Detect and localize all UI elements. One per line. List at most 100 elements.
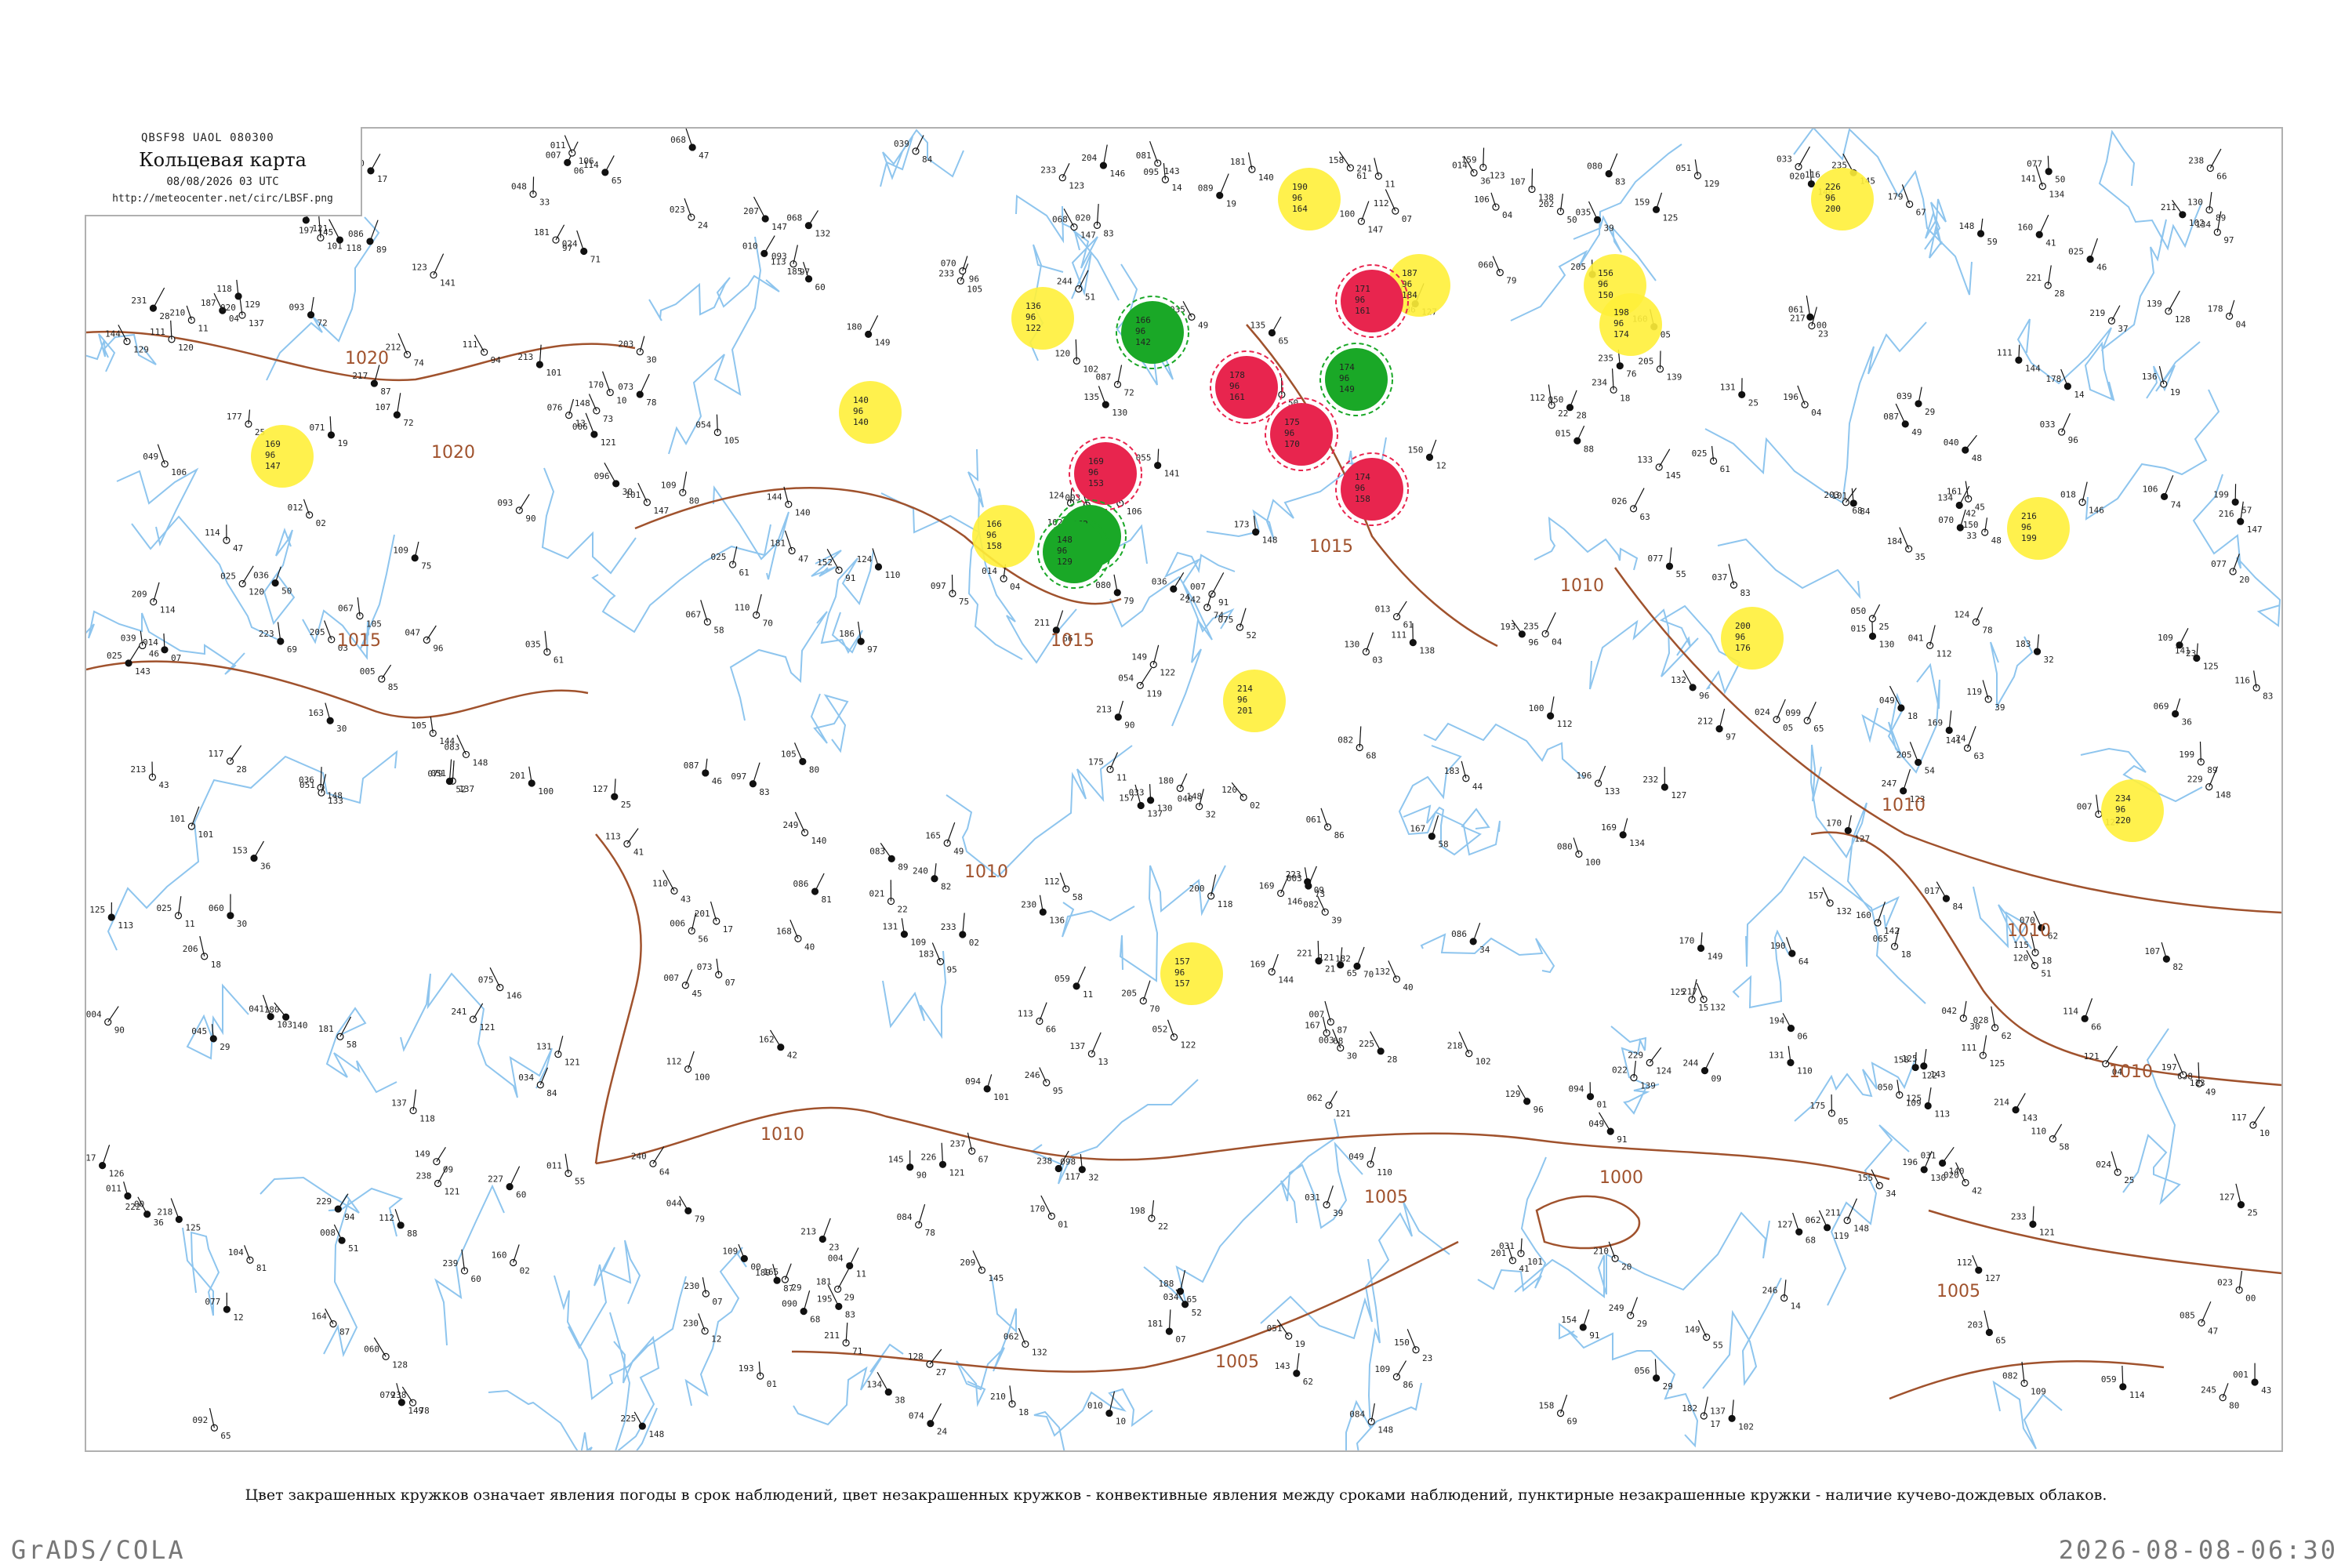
station-value: 080 bbox=[1587, 162, 1602, 172]
isobar-label: 1015 bbox=[1051, 631, 1094, 651]
wind-barb bbox=[915, 135, 924, 152]
station-value: 80 bbox=[689, 495, 699, 506]
station-value: 113 bbox=[118, 920, 133, 931]
station-value: 66 bbox=[2216, 172, 2227, 182]
wind-barb bbox=[1360, 201, 1370, 222]
station-plot: 209 145 bbox=[960, 1250, 1004, 1283]
station-value: 112 bbox=[1557, 719, 1573, 729]
station-value: 159 bbox=[1635, 197, 1650, 207]
station-plot: 175 11 bbox=[1088, 752, 1127, 782]
station-value: 124 bbox=[1049, 491, 1065, 501]
station-value: 008 bbox=[320, 1228, 336, 1238]
marker-value: 226 bbox=[1825, 182, 1841, 192]
station-value: 249 bbox=[1609, 1303, 1624, 1313]
station-value: 205 bbox=[1896, 750, 1912, 760]
station-value: 78 bbox=[925, 1228, 935, 1238]
station-plot: 055 141 bbox=[1136, 448, 1180, 479]
station-plot: 082 39 bbox=[1303, 895, 1341, 925]
station-value: 105 bbox=[366, 619, 382, 630]
station-value: 71 bbox=[590, 255, 601, 265]
station-value: 210 bbox=[990, 1392, 1006, 1402]
station-value: 023 bbox=[2217, 1277, 2233, 1287]
station-plot: 203 30 bbox=[618, 336, 657, 365]
station-plot: 168 40 bbox=[776, 919, 815, 952]
station-value: 86 bbox=[1403, 1380, 1413, 1390]
station-circle bbox=[1627, 1312, 1635, 1319]
isobar-label: 1010 bbox=[2007, 921, 2051, 941]
station-value: 120 bbox=[249, 587, 264, 597]
yellow-weather-marker: 21696199 bbox=[2007, 497, 2070, 560]
station-value: 170 bbox=[1826, 818, 1842, 828]
station-value: 049 bbox=[143, 452, 158, 462]
station-plot: 17725 bbox=[227, 409, 265, 437]
station-value: 48 bbox=[1991, 535, 2002, 546]
station-value: 107 bbox=[2144, 946, 2160, 956]
station-circle bbox=[2160, 492, 2169, 501]
marker-value: 96 bbox=[1057, 546, 1067, 556]
station-value: 134 bbox=[1629, 838, 1645, 848]
station-value: 07 bbox=[1402, 214, 1412, 224]
station-value: 148 bbox=[472, 757, 488, 768]
station-value: 105 bbox=[724, 436, 739, 446]
station-value: 044 bbox=[666, 1198, 682, 1208]
station-value: 19 bbox=[1226, 198, 1236, 209]
marker-disc bbox=[1074, 442, 1137, 505]
station-value: 95 bbox=[946, 965, 956, 975]
station-value: 101 bbox=[169, 814, 185, 824]
station-value: 63 bbox=[1640, 512, 1650, 522]
wind-barb bbox=[1219, 173, 1229, 196]
station-plot: 087 49 bbox=[1883, 403, 1922, 437]
station-value: 168 bbox=[776, 926, 792, 936]
station-plot: 106 74 bbox=[2143, 475, 2181, 510]
station-value: 49 bbox=[2205, 1087, 2216, 1097]
station-plot: 094 101 bbox=[965, 1074, 1009, 1102]
station-plot: 125 113 bbox=[89, 902, 133, 931]
station-value: 025 bbox=[1692, 448, 1708, 459]
station-value: 02 bbox=[969, 938, 979, 948]
station-plot: 232 127 bbox=[1642, 767, 1686, 800]
station-value: 229 bbox=[2187, 775, 2203, 785]
wind-barb bbox=[2201, 1301, 2212, 1323]
station-value: 36 bbox=[2182, 717, 2192, 727]
station-value: 193 bbox=[739, 1363, 754, 1374]
station-value: 34 bbox=[1886, 1189, 1896, 1199]
wind-barb bbox=[1972, 1254, 1980, 1271]
station-value: 161 bbox=[1947, 486, 1962, 496]
station-value: 107 bbox=[375, 402, 390, 412]
station-value: 205 bbox=[310, 627, 325, 637]
station-plot: 062 132 bbox=[1004, 1327, 1047, 1357]
station-value: 149 bbox=[408, 1406, 423, 1416]
station-value: 140 bbox=[1258, 172, 1274, 183]
station-value: 169 bbox=[1927, 717, 1943, 728]
footer-timestamp: 2026-08-08-06:30 bbox=[2058, 1535, 2338, 1565]
station-plot: 124 78 bbox=[1954, 607, 1993, 635]
station-plot: 120 02 bbox=[1221, 782, 1260, 811]
station-plot: 133 145 bbox=[1637, 448, 1681, 481]
wind-barb bbox=[433, 253, 445, 275]
wind-barb bbox=[639, 373, 650, 395]
chart-url[interactable]: http://meteocenter.net/circ/LBSF.png bbox=[85, 193, 361, 205]
station-value: 96 bbox=[1534, 1105, 1544, 1115]
station-value: 117 bbox=[1065, 1171, 1080, 1181]
station-plot: 213 43 bbox=[130, 761, 169, 790]
station-value: 065 bbox=[1873, 934, 1889, 944]
station-value: 136 bbox=[2142, 372, 2158, 382]
red-weather-marker: 17596170 bbox=[1265, 397, 1338, 471]
wind-barb bbox=[1059, 873, 1067, 890]
station-value: 034 bbox=[518, 1073, 534, 1083]
station-value: 65 bbox=[1813, 724, 1824, 734]
station-value: 020 bbox=[220, 303, 236, 313]
station-value: 118 bbox=[419, 1114, 435, 1124]
river-line bbox=[1717, 538, 1861, 600]
station-value: 204 bbox=[1081, 153, 1097, 163]
wind-barb bbox=[688, 1051, 695, 1069]
station-value: 70 bbox=[763, 618, 773, 628]
station-value: 148 bbox=[575, 398, 590, 408]
station-plot: 149 122 bbox=[1131, 644, 1175, 678]
station-plot: 158 69 bbox=[1539, 1394, 1577, 1427]
station-value: 101 bbox=[1527, 1257, 1543, 1267]
station-value: 127 bbox=[1777, 1219, 1793, 1229]
station-value: 099 bbox=[1785, 708, 1801, 718]
station-value: 67 bbox=[978, 1154, 989, 1164]
wind-barb bbox=[784, 1263, 792, 1280]
